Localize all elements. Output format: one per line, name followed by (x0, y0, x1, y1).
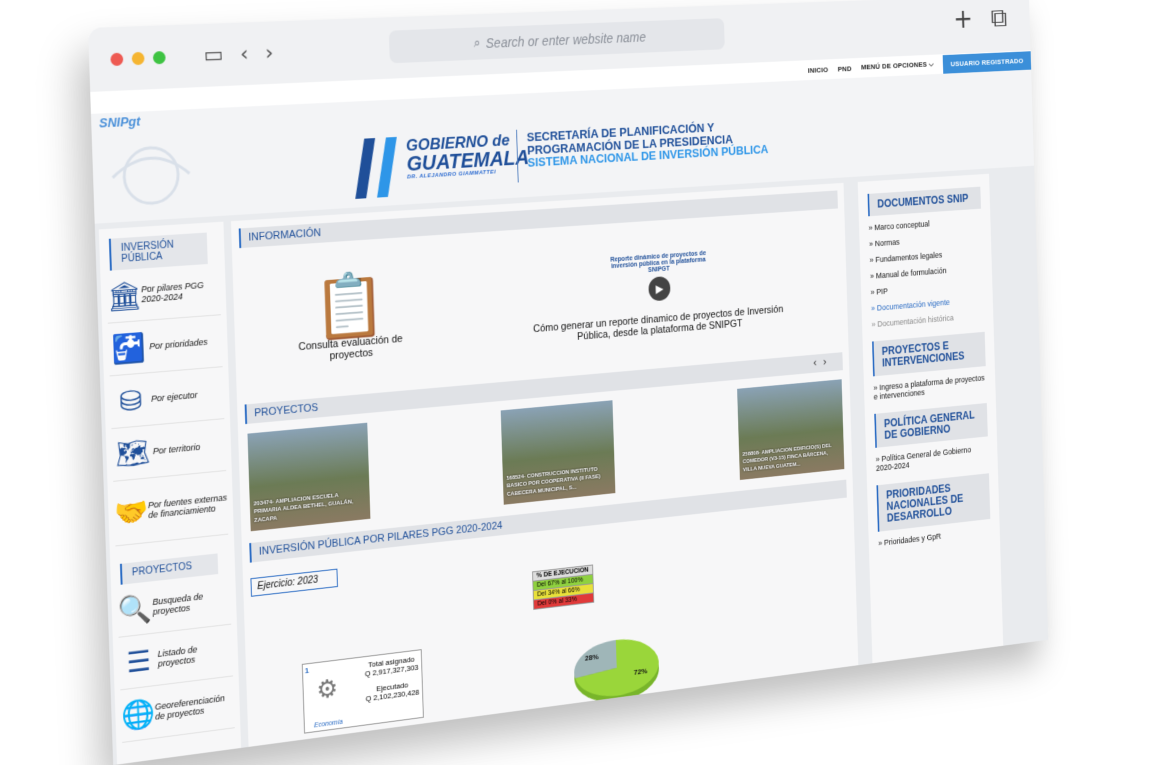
clipboard-check-icon: 📋 (312, 268, 388, 346)
ingreso-plataforma-link[interactable]: » Ingreso a plataforma de proyectos e in… (873, 373, 986, 401)
address-bar[interactable]: ⌕ Search or enter website name (388, 18, 725, 64)
list-icon: ☰ (125, 643, 152, 680)
magnifier-icon: 🔍 (117, 590, 153, 628)
politica-general-heading: POLÍTICA GENERAL DE GOBIERNO (874, 402, 988, 448)
minimize-dot[interactable] (131, 51, 145, 65)
inversion-publica-heading: INVERSIÓN PÚBLICA (108, 232, 208, 271)
sidebar-toggle-icon[interactable]: ▭ (203, 42, 223, 67)
nav-pnd[interactable]: PND (838, 64, 852, 73)
faucet-icon: 🚰 (111, 330, 147, 366)
video-overlay-title: Reporte dinámico de proyectos de inversi… (610, 249, 707, 274)
economy-icon: ⚙ (316, 674, 339, 706)
browser-window: ▭ ‹ › ⌕ Search or enter website name + ⧉… (88, 0, 1049, 765)
new-tab-icon[interactable]: + (953, 3, 973, 35)
pilar-card[interactable]: 1 ⚙ Economía Total asignado Q 2,917,327,… (301, 649, 424, 734)
doc-link-normas[interactable]: » Normas (869, 232, 982, 249)
sidebar-item-prioridades[interactable]: 🚰 Por prioridades (107, 315, 223, 377)
play-icon[interactable]: ▶ (648, 275, 671, 302)
doc-link-vigente[interactable]: » Documentación vigente (871, 295, 984, 313)
pilar-name: Economía (313, 718, 344, 730)
execution-pie-chart: 72% 28% (573, 634, 660, 707)
pilar-number: 1 (304, 666, 310, 676)
maximize-dot[interactable] (152, 50, 166, 64)
pie-label-remaining: 28% (585, 652, 599, 662)
sidebar-item-fuentes-externas[interactable]: 🤝 Por fuentes externas de financiamiento (113, 470, 229, 547)
government-wordmark: GOBIERNO de GUATEMALA DR. ALEJANDRO GIAM… (406, 131, 530, 180)
consulta-evaluacion-card[interactable]: 📋 Consulta evaluación de proyectos (294, 268, 406, 365)
sidebar-item-label: Por prioridades (149, 336, 208, 352)
execution-legend: % DE EJECUCION Del 67% al 100% Del 34% a… (532, 564, 594, 610)
prioridades-heading: PRIORIDADES NACIONALES DE DESARROLLO (876, 473, 991, 532)
proyectos-section-title: PROYECTOS (254, 401, 319, 420)
government-logo-icon (353, 136, 399, 199)
project-caption: 203474- AMPLIACION ESCUELA PRIMARIA ALDE… (253, 492, 354, 524)
handshake-icon: 🤝 (113, 493, 149, 531)
coins-icon: ⛁ (118, 383, 143, 418)
project-caption: 168524- CONSTRUCCION INSTITUTO BASICO PO… (506, 466, 601, 498)
sidebar-item-pilares[interactable]: 🏛 Por pilares PGG 2020-2024 (106, 263, 221, 324)
video-caption: Cómo generar un reporte dinamico de proy… (532, 303, 784, 343)
ejercicio-select[interactable]: Ejercicio: 2023 (250, 568, 338, 597)
doc-link-fundamentos[interactable]: » Fundamentos legales (869, 248, 982, 264)
sidebar-item-label: Georeferenciación de proyectos (154, 693, 225, 722)
project-card[interactable]: 203474- AMPLIACION ESCUELA PRIMARIA ALDE… (247, 422, 371, 532)
sidebar-item-label: Busqueda de proyectos (152, 591, 204, 617)
sidebar-item-label: Por pilares PGG 2020-2024 (141, 280, 204, 305)
globe-icon: 🌐 (120, 695, 156, 733)
video-card[interactable]: Reporte dinámico de proyectos de inversi… (518, 244, 796, 347)
close-dot[interactable] (110, 52, 124, 66)
back-icon[interactable]: ‹ (240, 41, 249, 66)
carousel-arrows: ‹ › (813, 355, 827, 369)
sidebar-item-label: Listado de proyectos (157, 644, 198, 669)
sidebar-item-label: Por ejecutor (150, 389, 198, 404)
left-sidebar: INVERSIÓN PÚBLICA 🏛 Por pilares PGG 2020… (98, 221, 242, 765)
site-name[interactable]: SNIPgt (99, 114, 141, 131)
nav-menu-opciones[interactable]: MENÚ DE OPCIONES ⌵ (861, 60, 934, 72)
doc-link-historica[interactable]: » Documentación histórica (871, 311, 984, 329)
coat-of-arms-icon (92, 138, 210, 214)
forward-icon[interactable]: › (265, 40, 274, 65)
politica-general-link[interactable]: » Política General de Gobierno 2020-2024 (876, 443, 989, 473)
project-caption: 258808- AMPLIACION EDIFICIO(S) DEL COMED… (742, 443, 832, 473)
sidebar-item-label: Por territorio (152, 441, 201, 457)
proyectos-intervenciones-heading: PROYECTOS E INTERVENCIONES (872, 331, 986, 377)
doc-link-manual[interactable]: » Manual de formulación (870, 263, 983, 281)
window-controls (110, 50, 166, 66)
doc-link-pip[interactable]: » PIP (870, 279, 983, 297)
sidebar-item-label: Por fuentes externas de financiamiento (147, 492, 228, 521)
doc-link-marco[interactable]: » Marco conceptual (868, 216, 981, 232)
project-card[interactable]: 168524- CONSTRUCCION INSTITUTO BASICO PO… (500, 400, 616, 505)
tabs-overview-icon[interactable]: ⧉ (990, 2, 1007, 33)
page-content: INVERSIÓN PÚBLICA 🏛 Por pilares PGG 2020… (94, 165, 1049, 765)
pie-label-executed: 72% (634, 667, 648, 677)
search-icon: ⌕ (473, 35, 481, 52)
address-placeholder: Search or enter website name (485, 29, 647, 51)
right-sidebar: DOCUMENTOS SNIP » Marco conceptual » Nor… (857, 173, 1004, 683)
map-icon: 🗺 (114, 435, 151, 472)
bank-icon: 🏛 (106, 277, 142, 314)
documentos-heading: DOCUMENTOS SNIP (867, 186, 981, 217)
project-card[interactable]: 258808- AMPLIACION EDIFICIO(S) DEL COMED… (737, 379, 845, 480)
carousel-next-icon[interactable]: › (823, 355, 827, 368)
carousel-prev-icon[interactable]: ‹ (813, 356, 817, 369)
nav-inicio[interactable]: INICIO (808, 65, 829, 74)
main-column: INFORMACIÓN 📋 Consulta evaluación de pro… (230, 182, 859, 765)
segeplan-title: SECRETARÍA DE PLANIFICACIÓN Y PROGRAMACI… (527, 118, 769, 170)
